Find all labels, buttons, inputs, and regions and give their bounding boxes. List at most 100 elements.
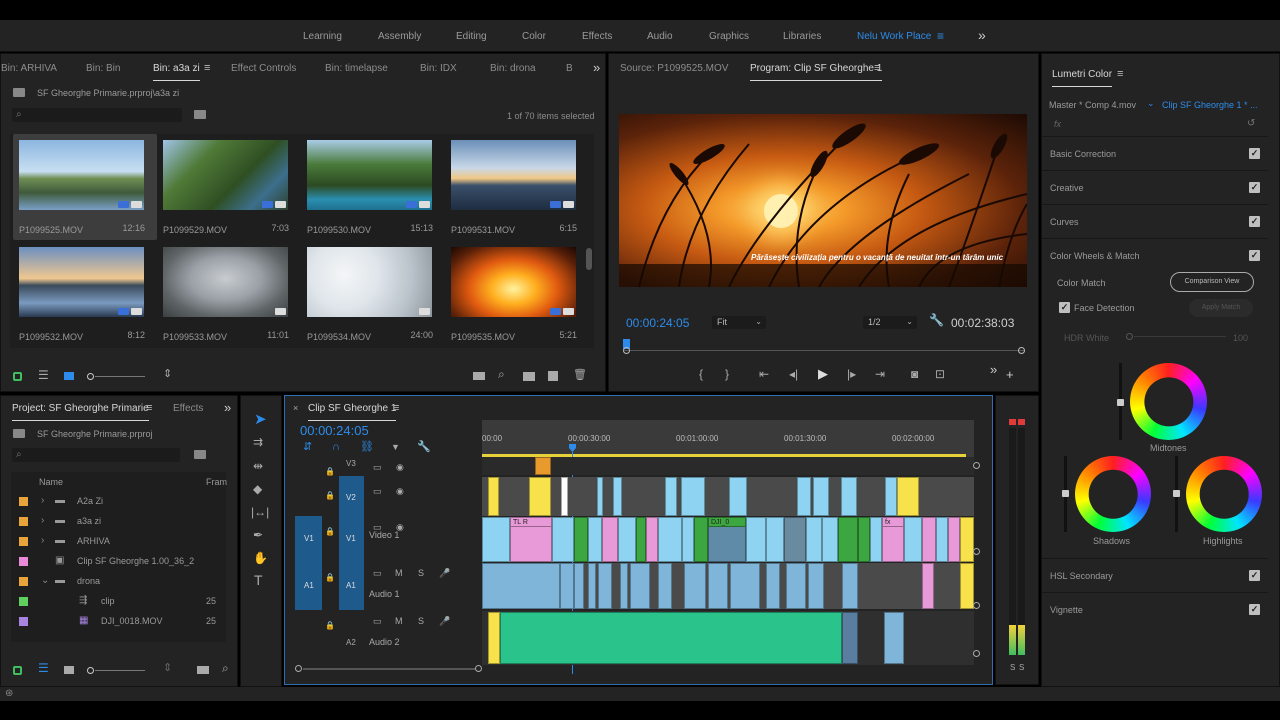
v1-clip[interactable] <box>552 517 574 562</box>
v1-clip[interactable]: fx <box>882 517 904 527</box>
compare-view-icon[interactable]: ⊡ <box>935 368 945 380</box>
v1-clip[interactable]: TL R <box>510 517 552 527</box>
section-vignette[interactable]: Vignette ✓ <box>1042 592 1268 626</box>
v3-clip[interactable] <box>535 457 551 475</box>
add-marker-icon[interactable]: ▼ <box>391 442 400 453</box>
shadows-slider[interactable] <box>1062 456 1069 532</box>
column-frame-rate[interactable]: Fram <box>206 477 227 487</box>
project-search-input[interactable]: ⌕ <box>12 448 180 462</box>
tab-bin-timelapse[interactable]: Bin: timelapse <box>325 63 388 74</box>
v1-clip[interactable] <box>806 517 822 562</box>
bin-search-input[interactable]: ⌕ <box>12 108 182 122</box>
scrub-start-handle[interactable] <box>623 347 630 354</box>
tab-program[interactable]: Program: Clip SF Gheorghe 1 <box>750 63 883 81</box>
v1-clip[interactable] <box>658 517 682 562</box>
v1-clip[interactable] <box>694 517 708 562</box>
tab-project[interactable]: Project: SF Gheorghe Primarie <box>12 403 149 421</box>
automate-to-sequence-icon[interactable] <box>473 372 485 380</box>
project-item[interactable]: ⌄ ▬ drona <box>11 572 224 592</box>
v1-clip[interactable] <box>574 517 588 562</box>
clip-indicator-left[interactable] <box>1009 419 1016 425</box>
a1-clip[interactable] <box>960 563 974 609</box>
a1-clip[interactable] <box>766 563 780 609</box>
clip-thumbnail[interactable]: P1099533.MOV 11:01 <box>157 241 301 347</box>
expand-chevron-icon[interactable]: › <box>41 495 44 506</box>
label-color-swatch[interactable] <box>19 537 28 546</box>
a1-clip[interactable] <box>808 563 824 609</box>
a-zoom-handle[interactable] <box>973 650 980 657</box>
checkbox[interactable]: ✓ <box>1249 570 1260 581</box>
more-controls-icon[interactable]: » <box>990 363 997 376</box>
clip-thumbnail[interactable]: P1099534.MOV 24:00 <box>301 241 445 347</box>
mark-in-icon[interactable]: { <box>699 368 703 380</box>
v2-clip[interactable] <box>561 477 568 516</box>
sort-icon[interactable]: ⇕ <box>163 663 172 674</box>
fit-dropdown[interactable]: Fit ⌄ <box>712 316 766 329</box>
master-clip[interactable]: Master * Comp 4.mov <box>1049 100 1136 110</box>
more-workspaces-icon[interactable]: » <box>978 27 986 43</box>
export-frame-icon[interactable]: ◙ <box>911 368 918 380</box>
slip-tool-icon[interactable]: |↔| <box>251 506 269 518</box>
v-zoom-handle[interactable] <box>973 548 980 555</box>
v1-clip[interactable] <box>746 517 766 562</box>
tab-sequence[interactable]: Clip SF Gheorghe 1 <box>308 403 397 421</box>
solo-left[interactable]: S <box>1010 663 1015 672</box>
v1-clip[interactable] <box>636 517 646 562</box>
a1-clip[interactable] <box>482 563 560 609</box>
a1-clip[interactable] <box>560 563 574 609</box>
close-icon[interactable]: × <box>293 403 298 414</box>
solo-right[interactable]: S <box>1019 663 1024 672</box>
section-hsl-secondary[interactable]: HSL Secondary ✓ <box>1042 558 1268 592</box>
track-lane-v3[interactable] <box>482 457 974 475</box>
section-basic-correction[interactable]: Basic Correction ✓ <box>1042 136 1268 170</box>
go-to-out-icon[interactable]: ⇥ <box>875 368 885 380</box>
v1-clip[interactable] <box>838 517 858 562</box>
sync-lock-icon[interactable]: ▭ <box>373 568 382 579</box>
workspace-color[interactable]: Color <box>522 31 546 42</box>
button-editor-icon[interactable]: + <box>1006 368 1014 381</box>
v2-clip[interactable] <box>841 477 857 516</box>
lock-track-icon[interactable]: 🔒 <box>325 572 335 583</box>
midtones-slider[interactable] <box>1117 363 1124 440</box>
workspace-editing[interactable]: Editing <box>456 31 487 42</box>
v1-clip[interactable] <box>766 517 784 562</box>
section-curves[interactable]: Curves ✓ <box>1042 204 1268 238</box>
bin-tab-menu-icon[interactable]: ≡ <box>204 62 210 74</box>
new-bin-icon[interactable] <box>523 372 535 381</box>
v2-clip[interactable] <box>665 477 677 516</box>
sync-lock-icon[interactable]: ▭ <box>373 462 382 473</box>
workspace-nelu-work-place[interactable]: Nelu Work Place <box>857 31 931 42</box>
project-item[interactable]: › ▬ A2a Zi <box>11 492 224 512</box>
workspace-assembly[interactable]: Assembly <box>378 31 421 42</box>
grid-scrollbar[interactable] <box>586 248 592 270</box>
tab-effect-controls[interactable]: Effect Controls <box>231 63 296 74</box>
project-item[interactable]: ▦ DJI_0018.MOV 25 <box>11 612 224 632</box>
zoom-slider[interactable] <box>87 666 145 674</box>
resolution-dropdown[interactable]: 1/2 ⌄ <box>863 316 917 329</box>
pen-tool-icon[interactable]: ✒ <box>253 529 263 541</box>
checkbox[interactable]: ✓ <box>1249 216 1260 227</box>
sort-icon[interactable]: ⇕ <box>163 369 172 380</box>
lock-track-icon[interactable]: 🔒 <box>325 526 335 537</box>
list-view-icon[interactable]: ☰ <box>38 369 49 381</box>
trash-icon[interactable]: 🗑 <box>573 370 587 381</box>
selection-tool-icon[interactable]: ➤ <box>254 412 267 427</box>
lock-track-icon[interactable]: 🔒 <box>325 620 335 631</box>
section-color-wheels[interactable]: Color Wheels & Match ✓ <box>1042 238 1268 272</box>
column-name[interactable]: Name <box>39 477 63 487</box>
source-v1[interactable]: V1 <box>295 516 322 563</box>
a1-clip[interactable] <box>922 563 934 609</box>
new-bin-search-icon[interactable] <box>194 110 206 119</box>
v1-clip[interactable] <box>822 517 838 562</box>
clip-thumbnail[interactable]: P1099535.MOV 5:21 <box>445 241 589 347</box>
apply-match-button[interactable]: Apply Match <box>1189 299 1253 317</box>
wrench-icon[interactable]: 🔧 <box>929 314 944 326</box>
workspace-audio[interactable]: Audio <box>647 31 673 42</box>
lumetri-menu-icon[interactable]: ≡ <box>1117 68 1123 80</box>
v2-clip[interactable] <box>529 477 551 516</box>
tab-b[interactable]: B <box>566 63 573 74</box>
workspace-effects[interactable]: Effects <box>582 31 612 42</box>
play-icon[interactable]: ▶ <box>818 367 828 380</box>
checkbox[interactable]: ✓ <box>1249 182 1260 193</box>
program-menu-icon[interactable]: ≡ <box>874 62 880 74</box>
